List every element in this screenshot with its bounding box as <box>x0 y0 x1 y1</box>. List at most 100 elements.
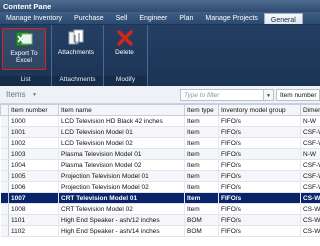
cell-inventory-model-group: FIFO/s <box>218 126 301 138</box>
row-marker[interactable] <box>0 159 9 171</box>
tab-purchase[interactable]: Purchase <box>68 12 110 24</box>
row-marker[interactable] <box>0 170 9 182</box>
export-to-excel-label: Export To Excel <box>10 50 38 64</box>
cell-inventory-model-group: FIFO/s <box>218 148 301 160</box>
ribbon-group-list: Export To Excel List <box>0 25 52 86</box>
tab-manage-inventory[interactable]: Manage Inventory <box>0 12 68 24</box>
column-header-item-type[interactable]: Item type <box>184 104 219 116</box>
delete-x-icon <box>116 30 133 46</box>
table-row[interactable]: 1001 LCD Television Model 01 Item FIFO/s CSF… <box>0 126 320 138</box>
attachments-label: Attachments <box>57 49 95 56</box>
cell-inventory-model-group: FIFO/s <box>218 159 301 171</box>
cell-dimension: CSF-W <box>300 137 320 149</box>
cell-item-number: 1004 <box>8 159 59 171</box>
tab-plan[interactable]: Plan <box>173 12 199 24</box>
cell-item-name: High End Speaker - ash/14 inches <box>58 225 185 237</box>
table-row[interactable]: 1002 LCD Television Model 02 Item FIFO/s CSF… <box>0 137 320 149</box>
row-marker[interactable] <box>0 126 9 138</box>
ribbon-group-attachments: Attachments Attachments <box>52 25 104 86</box>
table-row[interactable]: 1003 Plasma Television Model 01 Item FIFO/s… <box>0 148 320 160</box>
cell-dimension: CSF-W <box>300 181 320 193</box>
table-row[interactable]: 1102 High End Speaker - ash/14 inches BOM F… <box>0 225 320 237</box>
cell-dimension: CSF-W <box>300 170 320 182</box>
cell-item-name: Projection Television Model 01 <box>58 170 185 182</box>
attachments-button[interactable]: Attachments <box>54 28 98 70</box>
cell-item-type: Item <box>184 181 219 193</box>
list-toolbar: Items ▼ Type to filter ▼ Item number <box>0 86 320 104</box>
cell-item-name: Plasma Television Model 02 <box>58 159 185 171</box>
cell-item-name: LCD Television Model 01 <box>58 126 185 138</box>
cell-item-type: Item <box>184 137 219 149</box>
table-row[interactable]: 1008 CRT Television Model 02 Item FIFO/s CS-… <box>0 203 320 215</box>
cell-inventory-model-group: FIFO/s <box>218 214 301 226</box>
tab-general[interactable]: General <box>263 13 303 24</box>
cell-dimension: CS-W <box>300 225 320 237</box>
cell-inventory-model-group: FIFO/s <box>218 203 301 215</box>
cell-item-number: 1007 <box>8 192 59 204</box>
cell-item-number: 1001 <box>8 126 59 138</box>
window-title: Content Pane <box>0 0 320 12</box>
table-row[interactable]: 1101 High End Speaker - ash/12 inches BOM F… <box>0 214 320 226</box>
column-header-dimension[interactable]: Dimen <box>300 104 320 116</box>
cell-item-name: CRT Television Model 02 <box>58 203 185 215</box>
delete-button[interactable]: Delete <box>104 28 145 70</box>
cell-item-name: LCD Television Model 02 <box>58 137 185 149</box>
row-marker[interactable] <box>0 225 9 237</box>
tab-engineer[interactable]: Engineer <box>133 12 173 24</box>
excel-icon <box>15 31 33 47</box>
cell-inventory-model-group: FIFO/s <box>218 192 301 204</box>
cell-item-number: 1101 <box>8 214 59 226</box>
cell-item-type: Item <box>184 159 219 171</box>
export-to-excel-button[interactable]: Export To Excel <box>2 28 46 70</box>
cell-dimension: CSF-W <box>300 126 320 138</box>
cell-item-type: BOM <box>184 225 219 237</box>
list-title: Items <box>6 90 26 99</box>
cell-item-type: Item <box>184 170 219 182</box>
cell-item-type: Item <box>184 148 219 160</box>
filter-input[interactable]: Type to filter <box>180 89 264 101</box>
row-marker[interactable] <box>0 203 9 215</box>
cell-dimension: CS-W <box>300 192 320 204</box>
cell-inventory-model-group: FIFO/s <box>218 181 301 193</box>
ribbon-group-label-modify: Modify <box>104 76 147 86</box>
cell-dimension: N-W <box>300 148 320 160</box>
cell-dimension: N-W <box>300 115 320 127</box>
tab-manage-projects[interactable]: Manage Projects <box>199 12 264 24</box>
tab-sell[interactable]: Sell <box>110 12 134 24</box>
column-header-inventory-model-group[interactable]: Inventory model group <box>218 104 301 116</box>
list-title-dropdown-icon[interactable]: ▼ <box>32 92 37 98</box>
items-grid: Item number Item name Item type Inventor… <box>0 104 320 246</box>
row-marker[interactable] <box>0 214 9 226</box>
ribbon-group-label-attachments: Attachments <box>52 76 103 86</box>
row-marker[interactable] <box>0 181 9 193</box>
filter-dropdown-icon[interactable]: ▼ <box>264 89 274 101</box>
column-header-item-number[interactable]: Item number <box>8 104 59 116</box>
table-row[interactable]: 1004 Plasma Television Model 02 Item FIFO/s… <box>0 159 320 171</box>
column-header-item-name[interactable]: Item name <box>58 104 185 116</box>
cell-item-number: 1005 <box>8 170 59 182</box>
table-row[interactable]: 1007 CRT Television Model 01 Item FIFO/s CS-… <box>0 192 320 204</box>
row-marker[interactable] <box>0 137 9 149</box>
cell-dimension: CSF-W <box>300 159 320 171</box>
cell-item-number: 1000 <box>8 115 59 127</box>
cell-inventory-model-group: FIFO/s <box>218 137 301 149</box>
cell-item-type: Item <box>184 203 219 215</box>
cell-inventory-model-group: FIFO/s <box>218 170 301 182</box>
table-row[interactable]: 1005 Projection Television Model 01 Item FI… <box>0 170 320 182</box>
cell-item-number: 1002 <box>8 137 59 149</box>
delete-label: Delete <box>115 49 134 56</box>
cell-inventory-model-group: FIFO/s <box>218 225 301 237</box>
menu-bar: Manage Inventory Purchase Sell Engineer … <box>0 12 320 25</box>
table-row[interactable]: 1000 LCD Television HD Black 42 inches Ite… <box>0 115 320 127</box>
cell-item-type: Item <box>184 126 219 138</box>
cell-item-type: BOM <box>184 214 219 226</box>
cell-item-number: 1006 <box>8 181 59 193</box>
cell-item-type: Item <box>184 115 219 127</box>
filter-field-select[interactable]: Item number <box>276 89 320 101</box>
table-row[interactable]: 1006 Projection Television Model 02 Item FI… <box>0 181 320 193</box>
row-marker[interactable] <box>0 148 9 160</box>
cell-item-number: 1003 <box>8 148 59 160</box>
row-marker[interactable] <box>0 115 9 127</box>
cell-item-name: Plasma Television Model 01 <box>58 148 185 160</box>
row-marker[interactable] <box>0 192 9 204</box>
